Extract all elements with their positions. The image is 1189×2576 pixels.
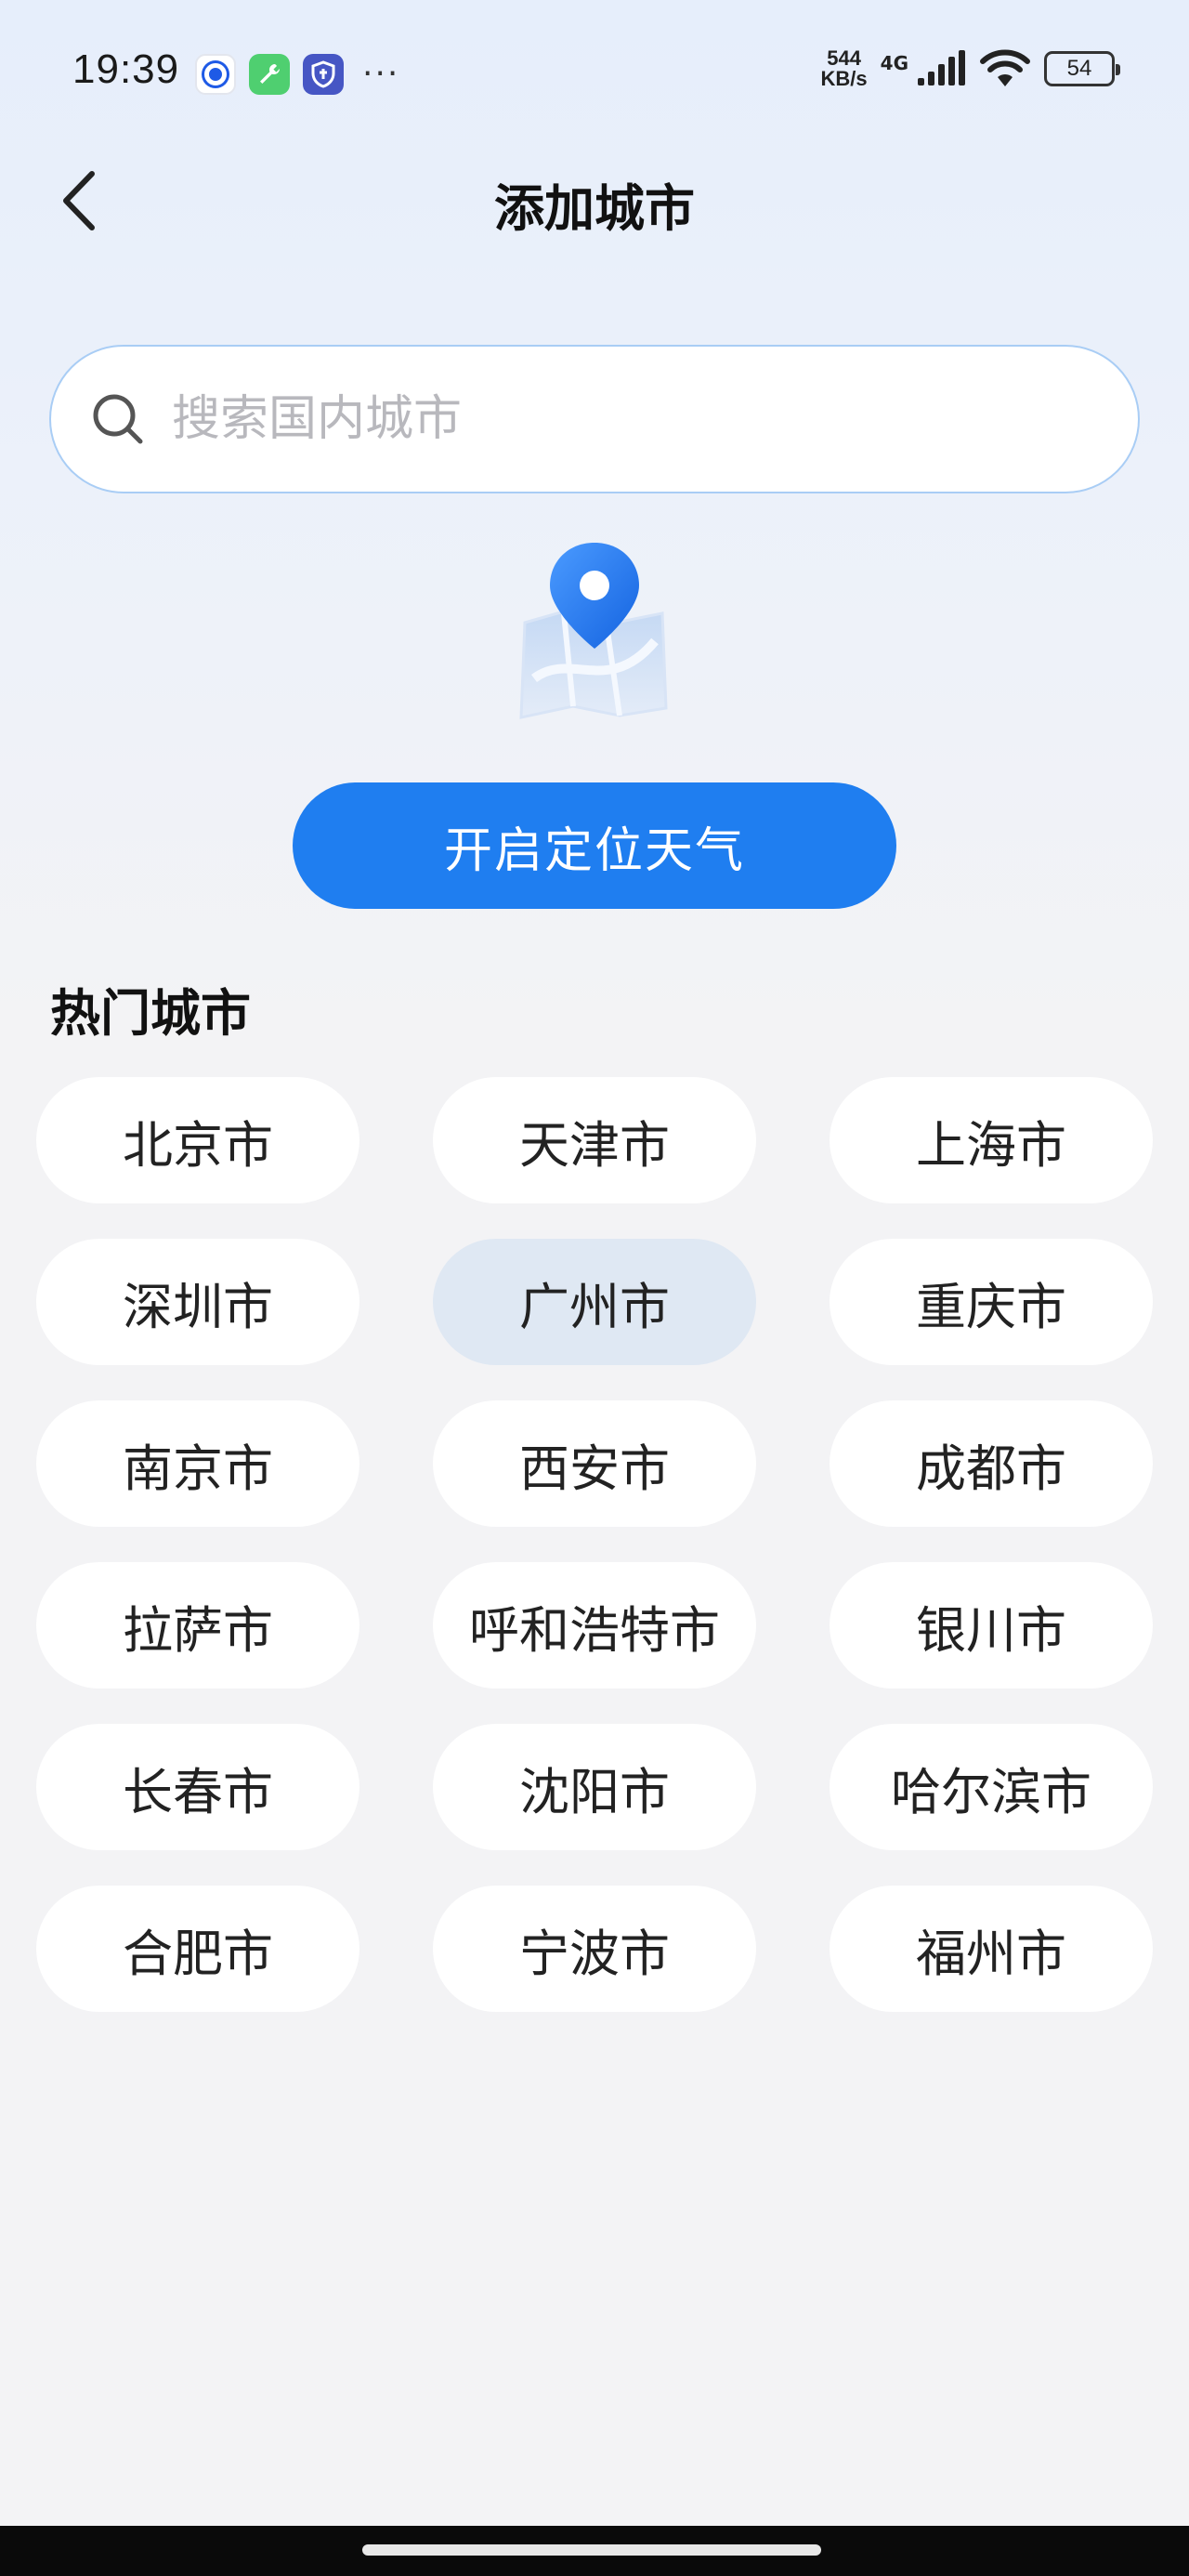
city-chip[interactable]: 拉萨市 [36, 1562, 359, 1689]
city-chip[interactable]: 沈阳市 [433, 1724, 756, 1850]
city-chip[interactable]: 南京市 [36, 1400, 359, 1527]
status-indicators: 544 KB/s 4G 54 [821, 48, 1120, 89]
location-map-illustration [506, 539, 683, 725]
city-chip[interactable]: 银川市 [830, 1562, 1153, 1689]
city-chip[interactable]: 长春市 [36, 1724, 359, 1850]
wrench-app-icon [249, 54, 290, 95]
home-indicator[interactable] [362, 2544, 821, 2556]
battery-icon: 54 [1044, 51, 1120, 86]
network-speed: 544 KB/s [821, 48, 868, 89]
notification-icons: ··· [195, 54, 399, 95]
search-input[interactable] [172, 391, 1008, 447]
city-chip[interactable]: 重庆市 [830, 1239, 1153, 1365]
network-speed-value: 544 [827, 46, 861, 70]
city-chip[interactable]: 广州市 [433, 1239, 756, 1365]
city-chip[interactable]: 呼和浩特市 [433, 1562, 756, 1689]
navigation-bar [0, 2526, 1189, 2576]
status-time: 19:39 [72, 46, 180, 92]
city-chip[interactable]: 上海市 [830, 1077, 1153, 1203]
city-chip[interactable]: 成都市 [830, 1400, 1153, 1527]
enable-location-weather-button[interactable]: 开启定位天气 [293, 782, 896, 909]
search-bar[interactable] [49, 345, 1140, 493]
browser-app-icon [195, 54, 236, 95]
city-chip[interactable]: 宁波市 [433, 1886, 756, 2012]
more-notifications-icon: ··· [362, 55, 400, 93]
search-icon [88, 389, 148, 449]
city-chip[interactable]: 哈尔滨市 [830, 1724, 1153, 1850]
page-title: 添加城市 [494, 179, 695, 238]
hot-cities-title: 热门城市 [50, 984, 251, 1043]
wifi-icon [980, 49, 1030, 86]
network-type: 4G [880, 52, 908, 74]
city-chip[interactable]: 西安市 [433, 1400, 756, 1527]
signal-icon [918, 50, 965, 85]
shield-app-icon [303, 54, 344, 95]
add-city-screen: 19:39 ··· 544 KB/s 4G 54 添加城市 搜索国内城市 开启定… [0, 0, 1189, 2576]
hot-cities-grid: 北京市 天津市 上海市深圳市 广州市 重庆市南京市 西安市 成都市拉萨市 呼和浩特市 银川市长春… [36, 1077, 1153, 2012]
network-speed-unit: KB/s [820, 67, 868, 90]
city-chip[interactable]: 天津市 [433, 1077, 756, 1203]
city-chip[interactable]: 福州市 [830, 1886, 1153, 2012]
city-chip[interactable]: 合肥市 [36, 1886, 359, 2012]
city-chip[interactable]: 深圳市 [36, 1239, 359, 1365]
status-bar: 19:39 ··· 544 KB/s 4G 54 [0, 0, 1189, 149]
battery-level: 54 [1066, 56, 1092, 81]
city-chip[interactable]: 北京市 [36, 1077, 359, 1203]
header: 添加城市 [0, 149, 1189, 251]
